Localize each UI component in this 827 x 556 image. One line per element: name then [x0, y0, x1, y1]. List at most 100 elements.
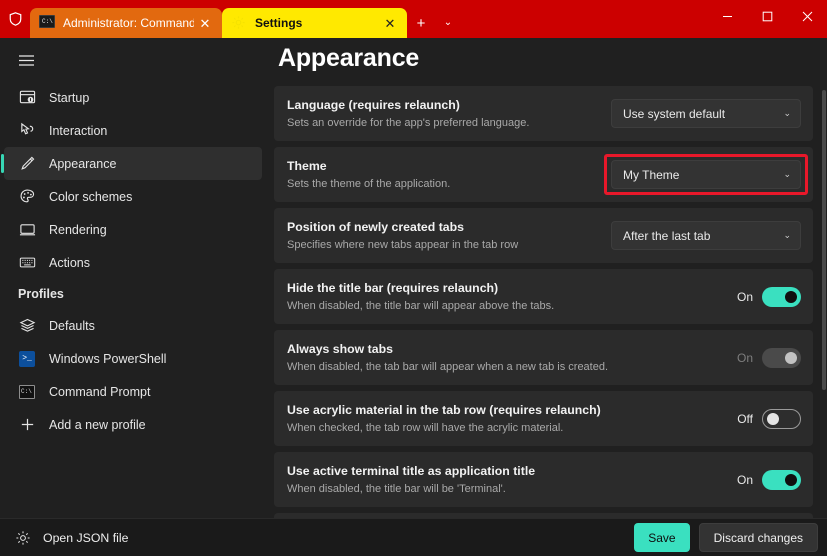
setting-control: Off [737, 409, 801, 429]
scrollbar-thumb[interactable] [822, 90, 826, 390]
setting-control: On [737, 470, 801, 490]
setting-text: Use active terminal title as application… [287, 463, 737, 497]
layers-icon [18, 317, 36, 335]
tab-label: Settings [255, 16, 379, 30]
close-icon[interactable] [787, 0, 827, 32]
active-terminal-title-toggle[interactable] [762, 470, 801, 490]
toggle-knob [767, 413, 779, 425]
setting-control: After the last tab ⌄ [611, 221, 801, 250]
palette-icon [18, 188, 36, 206]
sidebar-item-interaction[interactable]: Interaction [4, 114, 262, 147]
powershell-icon: >_ [18, 350, 36, 368]
title-bar: C:\ Administrator: Command Pron ✕ Settin… [0, 0, 827, 38]
setting-text: Use acrylic material in the tab row (req… [287, 402, 737, 436]
maximize-icon[interactable] [747, 0, 787, 32]
setting-title: Language (requires relaunch) [287, 97, 611, 114]
tab-position-dropdown[interactable]: After the last tab ⌄ [611, 221, 801, 250]
save-button[interactable]: Save [634, 523, 689, 552]
window-controls [707, 0, 827, 38]
keyboard-icon [18, 254, 36, 272]
sidebar-item-label: Startup [49, 91, 89, 105]
sidebar-item-label: Defaults [49, 319, 95, 333]
sidebar-item-rendering[interactable]: Rendering [4, 213, 262, 246]
sidebar-item-label: Appearance [49, 157, 116, 171]
content-scrollbar[interactable] [822, 90, 826, 510]
sidebar-section-profiles: Profiles [0, 279, 268, 309]
tab-label: Administrator: Command Pron [63, 16, 194, 30]
close-icon[interactable]: ✕ [194, 12, 216, 34]
command-prompt-icon: C:\ [39, 15, 55, 31]
sidebar-item-label: Color schemes [49, 190, 132, 204]
setting-text: Always show tabs When disabled, the tab … [287, 341, 737, 375]
chevron-down-icon: ⌄ [783, 169, 791, 180]
chevron-down-icon: ⌄ [783, 230, 791, 241]
setting-title: Hide the title bar (requires relaunch) [287, 280, 737, 297]
titlebar-drag-region [461, 0, 707, 38]
sidebar-item-command-prompt[interactable]: C:\ Command Prompt [4, 375, 262, 408]
setting-subtitle: When disabled, the tab bar will appear w… [287, 359, 737, 375]
setting-control: On [737, 348, 801, 368]
hide-title-bar-toggle[interactable] [762, 287, 801, 307]
toggle-state-label: Off [737, 412, 753, 426]
chevron-down-icon: ⌄ [783, 108, 791, 119]
sidebar-item-label: Command Prompt [49, 385, 150, 399]
settings-content: Appearance Language (requires relaunch) … [268, 38, 827, 518]
shield-icon [0, 0, 30, 38]
sidebar-item-label: Interaction [49, 124, 107, 138]
sidebar-item-color-schemes[interactable]: Color schemes [4, 180, 262, 213]
setting-subtitle: Sets the theme of the application. [287, 176, 611, 192]
tab-administrator-command-prompt[interactable]: C:\ Administrator: Command Pron ✕ [30, 8, 222, 38]
tab-dropdown-button[interactable]: ⌄ [435, 8, 461, 38]
setting-subtitle: When disabled, the title bar will appear… [287, 298, 737, 314]
setting-text: Language (requires relaunch) Sets an ove… [287, 97, 611, 131]
sidebar-item-label: Rendering [49, 223, 107, 237]
sidebar-item-appearance[interactable]: Appearance [4, 147, 262, 180]
command-prompt-icon-text: C:\ [39, 15, 55, 28]
powershell-icon-text: >_ [19, 351, 35, 367]
language-dropdown[interactable]: Use system default ⌄ [611, 99, 801, 128]
discard-changes-button[interactable]: Discard changes [699, 523, 818, 552]
interaction-icon [18, 122, 36, 140]
toggle-knob [785, 352, 797, 364]
sidebar: Startup Interaction Appearance [0, 38, 268, 518]
open-json-file-button[interactable]: Open JSON file [0, 529, 128, 546]
tab-strip: C:\ Administrator: Command Pron ✕ Settin… [30, 0, 461, 38]
always-show-tabs-toggle [762, 348, 801, 368]
dropdown-value: My Theme [623, 168, 783, 182]
sidebar-item-add-a-new-profile[interactable]: Add a new profile [4, 408, 262, 441]
sidebar-item-label: Actions [49, 256, 90, 270]
open-json-file-label: Open JSON file [43, 531, 128, 545]
sidebar-item-windows-powershell[interactable]: >_ Windows PowerShell [4, 342, 262, 375]
setting-subtitle: Sets an override for the app's preferred… [287, 115, 611, 131]
setting-subtitle: When checked, the tab row will have the … [287, 420, 737, 436]
sidebar-item-defaults[interactable]: Defaults [4, 309, 262, 342]
close-icon[interactable]: ✕ [379, 12, 401, 34]
theme-dropdown[interactable]: My Theme ⌄ [611, 160, 801, 189]
dropdown-value: After the last tab [623, 229, 783, 243]
toggle-state-label: On [737, 351, 753, 365]
toggle-knob [785, 474, 797, 486]
dropdown-value: Use system default [623, 107, 783, 121]
sidebar-item-actions[interactable]: Actions [4, 246, 262, 279]
command-prompt-icon: C:\ [18, 383, 36, 401]
toggle-state-label: On [737, 290, 753, 304]
startup-icon [18, 89, 36, 107]
acrylic-material-toggle[interactable] [762, 409, 801, 429]
sidebar-item-label: Windows PowerShell [49, 352, 166, 366]
command-prompt-icon-text: C:\ [19, 385, 35, 399]
toggle-knob [785, 291, 797, 303]
setting-title: Position of newly created tabs [287, 219, 611, 236]
toggle-state-label: On [737, 473, 753, 487]
sidebar-item-startup[interactable]: Startup [4, 81, 262, 114]
new-tab-button[interactable]: + [407, 8, 435, 38]
minimize-icon[interactable] [707, 0, 747, 32]
setting-row-theme: Theme Sets the theme of the application.… [274, 147, 813, 202]
hamburger-icon[interactable] [4, 42, 48, 78]
tab-settings[interactable]: Settings ✕ [222, 8, 407, 38]
setting-subtitle: When disabled, the title bar will be 'Te… [287, 481, 737, 497]
setting-row-tab-position: Position of newly created tabs Specifies… [274, 208, 813, 263]
settings-list: Language (requires relaunch) Sets an ove… [268, 86, 827, 518]
setting-title: Theme [287, 158, 611, 175]
footer-bar: Open JSON file Save Discard changes [0, 518, 827, 556]
setting-text: Position of newly created tabs Specifies… [287, 219, 611, 253]
